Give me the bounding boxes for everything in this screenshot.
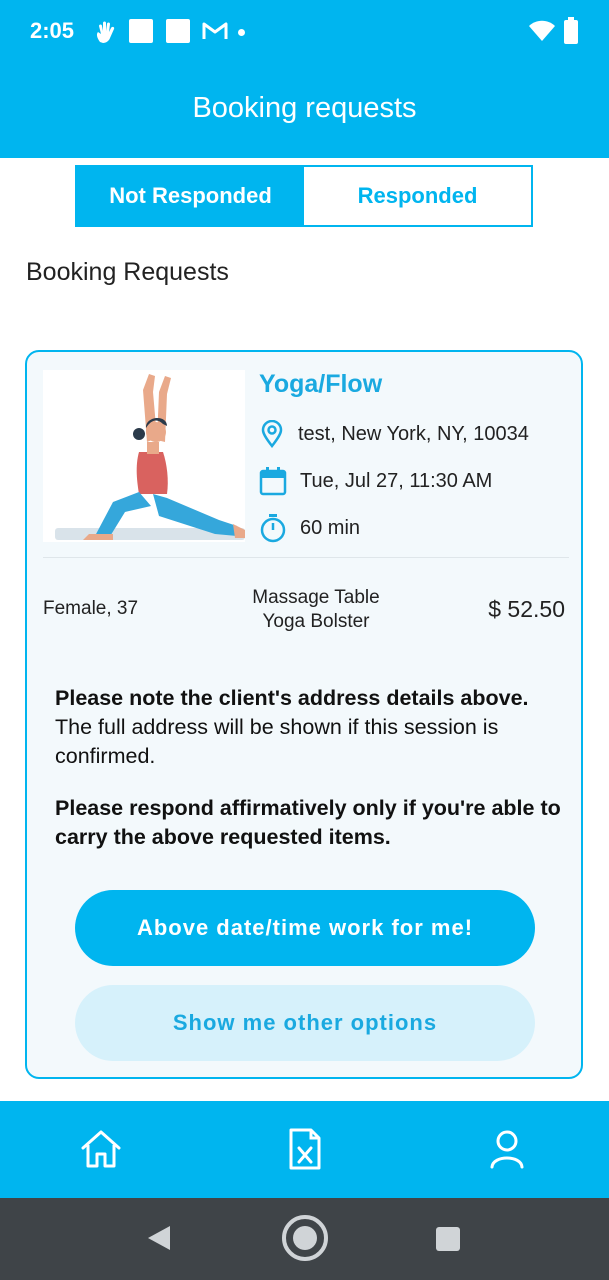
yoga-illustration [43,370,245,542]
hand-icon [96,21,115,43]
requested-item: Massage Table [252,587,380,608]
battery-icon [564,17,578,44]
app-bar: 2:05 Booking requests [0,0,609,158]
items-note-bold: Please respond affirmatively only if you… [55,796,561,849]
booking-card: Yoga/Flow test, New York, NY, 10034 Tue,… [25,350,583,1079]
gmail-icon [202,22,228,39]
duration-row: 60 min [259,513,360,543]
duration-text: 60 min [300,516,361,539]
yoga-pose-image [55,374,245,540]
address-note-text: The full address will be shown if this s… [55,715,499,768]
notification-square-icon [166,19,190,43]
tab-not-responded[interactable]: Not Responded [77,167,304,225]
section-title: Booking Requests [26,258,229,286]
system-nav-bar [0,1198,609,1280]
price: $ 52.50 [488,596,565,622]
notification-square-icon [129,19,153,43]
requested-items: Massage Table Yoga Bolster [217,586,415,634]
other-options-button[interactable]: Show me other options [75,985,535,1061]
datetime-text: Tue, Jul 27, 11:30 AM [300,469,493,492]
back-icon[interactable] [146,1224,172,1252]
page-title: Booking requests [192,92,417,124]
nav-home[interactable] [79,1127,123,1171]
document-x-icon [289,1128,321,1170]
recents-icon[interactable] [434,1225,462,1253]
divider [43,557,569,558]
tab-responded[interactable]: Responded [304,167,531,225]
items-note: Please respond affirmatively only if you… [55,794,561,852]
profile-icon [490,1130,524,1169]
requested-item: Yoga Bolster [262,611,370,632]
service-name: Yoga/Flow [259,370,383,398]
calendar-icon [259,467,287,496]
location-pin-icon [261,420,283,448]
status-bar: 2:05 [0,0,609,64]
dot-icon [238,29,245,36]
client-info: Female, 37 [43,598,139,619]
home-icon [81,1130,121,1168]
bottom-nav [0,1101,609,1198]
status-time: 2:05 [30,18,75,43]
address-note-bold: Please note the client's address details… [55,686,529,710]
wifi-icon [529,20,555,41]
location-text: test, New York, NY, 10034 [298,422,529,445]
address-note: Please note the client's address details… [55,684,561,771]
datetime-row: Tue, Jul 27, 11:30 AM [259,466,492,496]
tab-group: Not Responded Responded [75,165,533,227]
location-row: test, New York, NY, 10034 [259,420,529,448]
accept-time-button[interactable]: Above date/time work for me! [75,890,535,966]
stopwatch-icon [260,514,286,543]
nav-documents[interactable] [283,1127,327,1171]
home-circle-icon[interactable] [280,1213,330,1263]
nav-profile[interactable] [485,1127,529,1171]
